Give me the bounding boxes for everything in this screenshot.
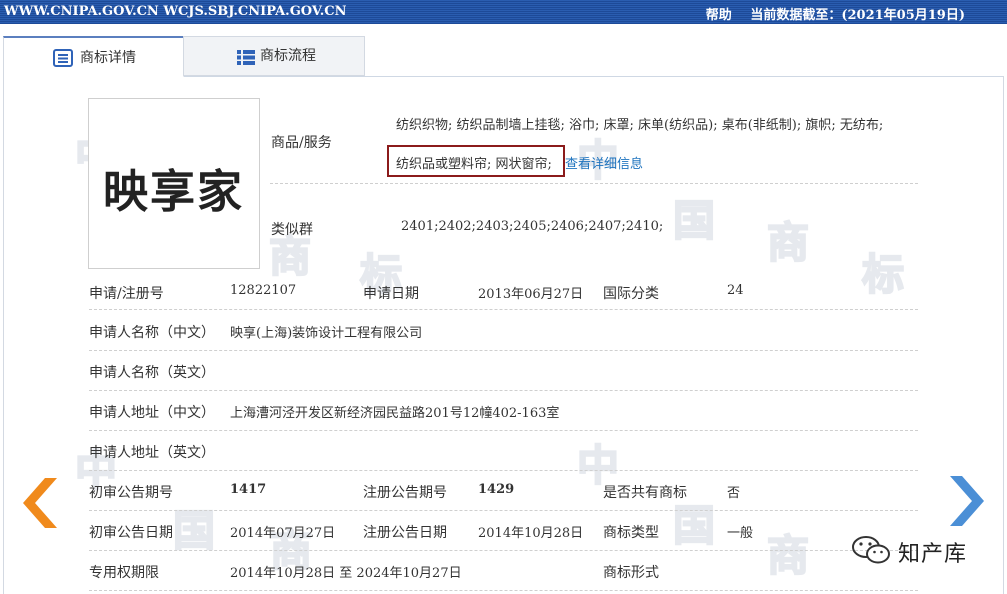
watermark-char: 中	[576, 441, 620, 490]
divider	[89, 350, 918, 351]
address-cn-label: 申请人地址（中文）	[89, 405, 215, 421]
tab-trademark-detail[interactable]: 商标详情	[3, 36, 184, 77]
watermark-char: 标	[861, 250, 905, 299]
site-urls: WWW.CNIPA.GOV.CN WCJS.SBJ.CNIPA.GOV.CN	[4, 4, 347, 19]
tab-bar: 商标详情 商标流程	[3, 36, 1004, 77]
tab-trademark-flow[interactable]: 商标流程	[183, 36, 365, 76]
similar-group-label: 类似群	[271, 222, 313, 238]
divider	[89, 470, 918, 471]
divider	[89, 390, 918, 391]
wechat-icon	[852, 536, 890, 564]
top-bar: WWW.CNIPA.GOV.CN WCJS.SBJ.CNIPA.GOV.CN 帮…	[0, 0, 1007, 24]
divider	[270, 183, 918, 184]
chevron-left-icon[interactable]	[23, 478, 57, 528]
top-bar-right: 帮助 当前数据截至：(2021年05月19日)	[692, 4, 965, 23]
watermark-char: 国	[672, 196, 716, 245]
prelim-no-label: 初审公告期号	[89, 485, 173, 501]
reg-pub-date-value: 2014年10月28日	[478, 526, 584, 541]
reg-pub-no-label: 注册公告期号	[363, 485, 447, 501]
term-label: 专用权期限	[89, 565, 159, 581]
tab-label: 商标详情	[80, 50, 136, 66]
type-value: 一般	[727, 526, 754, 541]
divider	[89, 590, 918, 591]
watermark-char: 商	[766, 531, 810, 580]
form-label: 商标形式	[603, 565, 659, 581]
reg-no-label: 申请/注册号	[89, 286, 164, 302]
tab-label: 商标流程	[260, 48, 316, 64]
trademark-image: 映享家	[88, 98, 260, 269]
address-en-label: 申请人地址（英文）	[89, 445, 215, 461]
reg-no-value: 12822107	[230, 283, 297, 298]
prelim-date-value: 2014年07月27日	[230, 526, 336, 541]
data-date: 当前数据截至：(2021年05月19日)	[750, 8, 965, 23]
view-detail-link[interactable]: 查看详细信息	[565, 153, 643, 172]
divider	[89, 430, 918, 431]
watermark-char: 国	[172, 506, 216, 555]
shared-value: 否	[727, 486, 741, 501]
divider	[89, 550, 918, 551]
app-date-value: 2013年06月27日	[478, 287, 584, 302]
similar-group-value: 2401;2402;2403;2405;2406;2407;2410;	[401, 219, 664, 234]
type-label: 商标类型	[603, 525, 659, 541]
watermark-char: 商	[766, 218, 810, 267]
applicant-en-label: 申请人名称（英文）	[89, 365, 215, 381]
applicant-cn-value: 映享(上海)装饰设计工程有限公司	[230, 326, 423, 341]
divider	[89, 309, 918, 310]
help-link[interactable]: 帮助	[706, 8, 732, 23]
intl-class-label: 国际分类	[603, 286, 659, 302]
goods-label: 商品/服务	[271, 135, 332, 151]
watermark-char: 国	[672, 501, 716, 550]
prelim-date-label: 初审公告日期	[89, 525, 173, 541]
watermark-char: 商	[268, 232, 312, 281]
list-detail-icon	[53, 49, 73, 67]
prelim-no-value: 1417	[230, 482, 267, 497]
reg-pub-date-label: 注册公告日期	[363, 525, 447, 541]
shared-label: 是否共有商标	[603, 485, 687, 501]
divider	[89, 510, 918, 511]
term-value: 2014年10月28日 至 2024年10月27日	[230, 566, 462, 581]
goods-line-1: 纺织织物; 纺织品制墙上挂毯; 浴巾; 床罩; 床单(纺织品); 桌布(非纸制)…	[396, 118, 884, 133]
wechat-label: 知产库	[898, 542, 968, 567]
applicant-cn-label: 申请人名称（中文）	[89, 325, 215, 341]
address-cn-value: 上海漕河泾开发区新经济园民益路201号12幢402-163室	[230, 406, 560, 421]
app-date-label: 申请日期	[363, 286, 419, 302]
reg-pub-no-value: 1429	[478, 482, 515, 497]
chevron-right-icon[interactable]	[950, 476, 984, 526]
goods-line-2-highlight: 纺织品或塑料帘; 网状窗帘;	[396, 157, 552, 172]
intl-class-value: 24	[727, 283, 744, 298]
list-flow-icon	[237, 50, 255, 65]
trademark-image-text: 映享家	[103, 165, 245, 218]
